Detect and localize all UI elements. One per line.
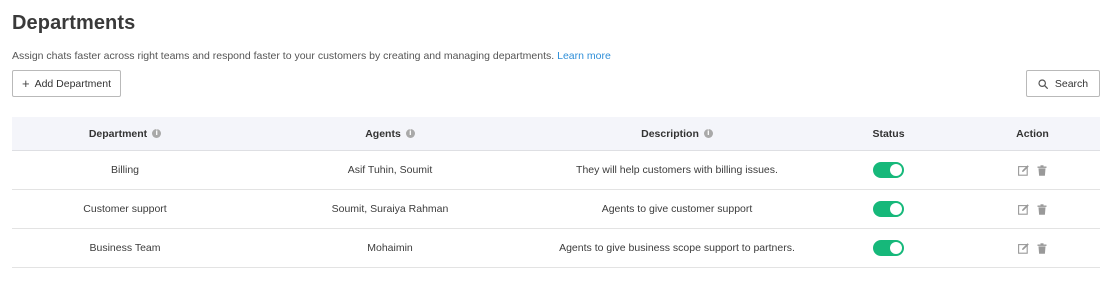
table-row: Customer support Soumit, Suraiya Rahman … [12,190,1100,229]
status-toggle[interactable] [873,240,904,256]
info-icon[interactable]: i [152,129,162,138]
edit-icon[interactable] [1018,203,1030,215]
subtitle-text: Assign chats faster across right teams a… [12,50,555,62]
column-header-label: Department [88,127,148,140]
column-header-label: Action [1016,127,1049,140]
column-header-department: Department i [12,128,238,140]
status-toggle[interactable] [873,162,904,178]
status-toggle[interactable] [873,201,904,217]
edit-icon[interactable] [1018,164,1030,176]
trash-icon[interactable] [1036,203,1048,215]
column-header-action: Action [965,128,1100,140]
action-cell [965,203,1100,215]
agents-cell: Asif Tuhin, Soumit [347,164,433,176]
column-header-agents: Agents i [238,128,542,140]
table-row: Billing Asif Tuhin, Soumit They will hel… [12,151,1100,190]
agents-cell: Soumit, Suraiya Rahman [331,203,449,215]
learn-more-link[interactable]: Learn more [557,50,611,62]
column-header-label: Description [641,127,699,140]
add-department-button[interactable]: + Add Department [12,70,121,97]
status-cell [812,162,965,178]
department-cell: Customer support [83,203,167,215]
description-cell: Agents to give customer support [601,203,753,215]
agents-cell: Mohaimin [367,242,413,254]
page-title: Departments [12,12,136,34]
search-icon [1038,78,1048,89]
column-header-label: Agents [365,127,401,140]
description-cell: They will help customers with billing is… [576,164,778,176]
department-cell: Billing [110,164,139,176]
column-header-label: Status [872,127,905,140]
plus-icon: + [21,75,30,91]
column-header-description: Description i [542,128,812,140]
status-cell [812,240,965,256]
table-row: Business Team Mohaimin Agents to give bu… [12,229,1100,268]
action-cell [965,242,1100,254]
status-cell [812,201,965,217]
info-icon[interactable]: i [703,129,713,138]
table-header: Department i Agents i Description i Stat… [12,117,1100,151]
search-button[interactable]: Search [1026,70,1100,97]
trash-icon[interactable] [1036,242,1048,254]
edit-icon[interactable] [1018,242,1030,254]
page-subtitle: Assign chats faster across right teams a… [12,50,611,62]
trash-icon[interactable] [1036,164,1048,176]
search-label: Search [1054,77,1089,90]
column-header-status: Status [812,128,965,140]
description-cell: Agents to give business scope support to… [559,242,795,254]
department-cell: Business Team [89,242,161,254]
action-cell [965,164,1100,176]
departments-table: Department i Agents i Description i Stat… [12,117,1100,268]
info-icon[interactable]: i [405,129,415,138]
add-department-label: Add Department [34,77,112,90]
